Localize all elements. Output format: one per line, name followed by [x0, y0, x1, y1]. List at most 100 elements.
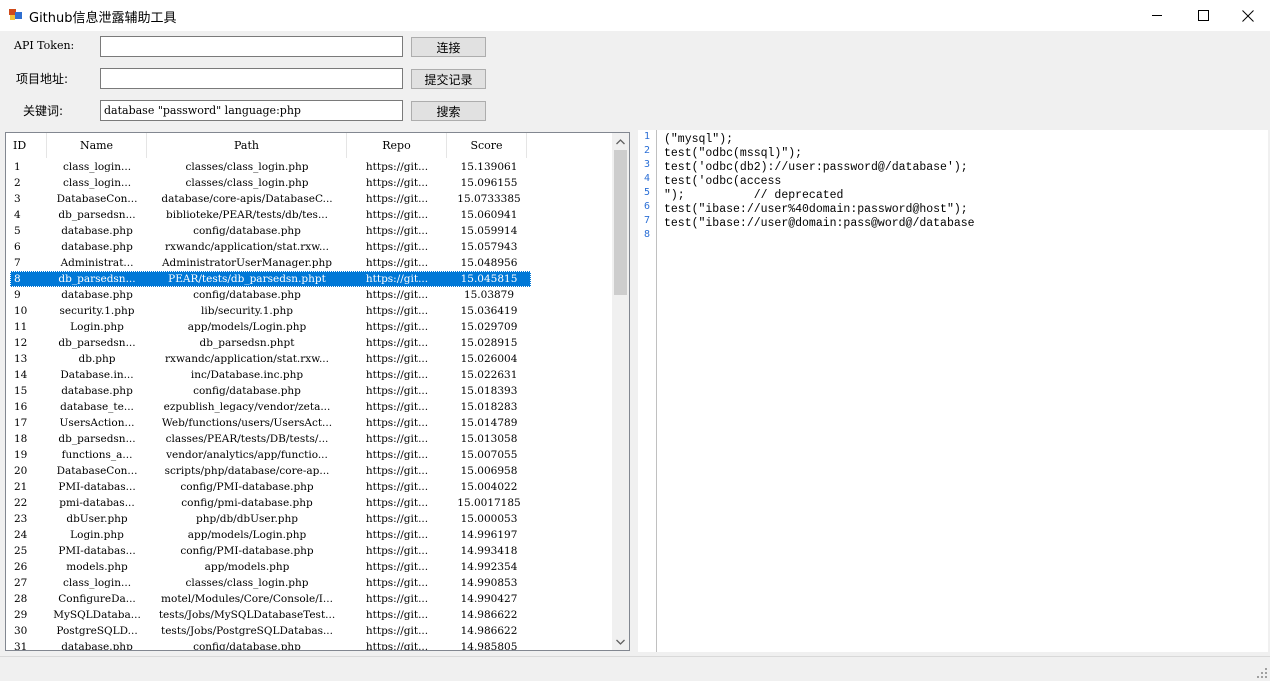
cell-id: 6	[14, 241, 21, 253]
table-row[interactable]: 11 Login.php app/models/Login.php https://g…	[10, 319, 531, 335]
cell-id: 21	[14, 481, 28, 493]
line-number: 4	[643, 173, 650, 184]
table-row[interactable]: 7 Administrat... AdministratorUserManager.…	[10, 255, 531, 271]
cell-name: ConfigureDa...	[58, 593, 136, 605]
window-title: Github信息泄露辅助工具	[29, 11, 177, 26]
cell-score: 15.004022	[460, 481, 518, 493]
table-row[interactable]: 9 database.php config/database.php https://…	[10, 287, 531, 303]
table-row[interactable]: 1 class_login... classes/class_login.php ht…	[10, 159, 531, 175]
cell-id: 30	[14, 625, 28, 637]
table-row[interactable]: 12 db_parsedsn... db_parsedsn.phpt https://…	[10, 335, 531, 351]
results-table[interactable]: ID Name Path Repo Score 1 class_login... c…	[5, 132, 630, 651]
cell-score: 15.029709	[460, 321, 518, 333]
api-token-input[interactable]	[100, 36, 403, 57]
code-line: test("odbc(mssql)");	[664, 147, 803, 160]
table-row[interactable]: 3 DatabaseCon... database/core-apis/Databa…	[10, 191, 531, 207]
table-row[interactable]: 2 class_login... classes/class_login.php ht…	[10, 175, 531, 191]
cell-path: scripts/php/database/core-ap...	[164, 465, 330, 477]
table-row[interactable]: 10 security.1.php lib/security.1.php https:…	[10, 303, 531, 319]
cell-score: 14.986622	[460, 625, 518, 637]
table-row[interactable]: 28 ConfigureDa... motel/Modules/Core/Conso…	[10, 591, 531, 607]
cell-id: 17	[14, 417, 28, 429]
cell-name: PostgreSQLD...	[56, 625, 138, 637]
cell-repo: https://git...	[365, 337, 429, 349]
cell-score: 15.0017185	[457, 497, 521, 509]
cell-id: 16	[14, 401, 28, 413]
keyword-input[interactable]	[100, 100, 403, 121]
table-row[interactable]: 15 database.php config/database.php https:/…	[10, 383, 531, 399]
table-row[interactable]: 14 Database.in... inc/Database.inc.php http…	[10, 367, 531, 383]
results-scrollbar[interactable]	[612, 133, 629, 650]
minimize-icon	[1151, 15, 1162, 16]
cell-repo: https://git...	[365, 433, 429, 445]
table-row[interactable]: 23 dbUser.php php/db/dbUser.php https://git…	[10, 511, 531, 527]
cell-repo: https://git...	[365, 529, 429, 541]
table-row[interactable]: 22 pmi-databas... config/pmi-database.php h…	[10, 495, 531, 511]
column-header-name[interactable]: Name	[47, 133, 147, 158]
commit-history-button[interactable]: 提交记录	[411, 69, 486, 89]
cell-id: 1	[14, 161, 21, 173]
table-row[interactable]: 18 db_parsedsn... classes/PEAR/tests/DB/te…	[10, 431, 531, 447]
column-header-id[interactable]: ID	[6, 133, 47, 158]
cell-repo: https://git...	[365, 561, 429, 573]
cell-score: 15.006958	[460, 465, 518, 477]
code-preview[interactable]: 12345678 ("mysql"); test("odbc(mssql)"); t…	[638, 130, 1268, 652]
code-line: ("mysql");	[664, 133, 734, 146]
scroll-up-button[interactable]	[612, 133, 629, 150]
title-bar: Github信息泄露辅助工具	[0, 0, 1270, 31]
cell-score: 14.985805	[460, 641, 518, 651]
table-row[interactable]: 19 functions_a... vendor/analytics/app/fun…	[10, 447, 531, 463]
cell-score: 15.026004	[460, 353, 518, 365]
code-line: test("ibase://user@domain:pass@word@/dat…	[664, 217, 975, 230]
cell-name: class_login...	[62, 177, 132, 189]
table-row[interactable]: 6 database.php rxwandc/application/stat.rx…	[10, 239, 531, 255]
cell-repo: https://git...	[365, 273, 429, 285]
cell-repo: https://git...	[365, 225, 429, 237]
cell-repo: https://git...	[365, 513, 429, 525]
cell-id: 20	[14, 465, 28, 477]
table-row[interactable]: 21 PMI-databas... config/PMI-database.php h…	[10, 479, 531, 495]
table-row[interactable]: 30 PostgreSQLD... tests/Jobs/PostgreSQLDat…	[10, 623, 531, 639]
search-button[interactable]: 搜索	[411, 101, 486, 121]
table-row[interactable]: 27 class_login... classes/class_login.php h…	[10, 575, 531, 591]
cell-name: db_parsedsn...	[58, 337, 136, 349]
cell-repo: https://git...	[365, 465, 429, 477]
table-row[interactable]: 8 db_parsedsn... PEAR/tests/db_parsedsn.ph…	[10, 271, 531, 287]
table-row[interactable]: 24 Login.php app/models/Login.php https://g…	[10, 527, 531, 543]
scroll-thumb[interactable]	[614, 150, 627, 295]
cell-path: classes/class_login.php	[185, 577, 309, 589]
cell-repo: https://git...	[365, 401, 429, 413]
cell-name: database.php	[61, 641, 133, 651]
cell-path: rxwandc/application/stat.rxw...	[165, 241, 329, 253]
column-header-path[interactable]: Path	[147, 133, 347, 158]
cell-path: config/pmi-database.php	[181, 497, 313, 509]
scroll-down-button[interactable]	[612, 633, 629, 650]
cell-path: PEAR/tests/db_parsedsn.phpt	[168, 273, 326, 285]
resize-grip-icon[interactable]	[1257, 668, 1267, 678]
table-row[interactable]: 16 database_te... ezpublish_legacy/vendor/…	[10, 399, 531, 415]
table-row[interactable]: 5 database.php config/database.php https://…	[10, 223, 531, 239]
cell-score: 15.057943	[460, 241, 518, 253]
cell-name: db_parsedsn...	[58, 433, 136, 445]
table-row[interactable]: 13 db.php rxwandc/application/stat.rxw... h…	[10, 351, 531, 367]
column-header-score[interactable]: Score	[447, 133, 527, 158]
cell-path: ezpublish_legacy/vendor/zeta...	[163, 401, 331, 413]
close-button[interactable]	[1225, 0, 1270, 31]
minimize-button[interactable]	[1134, 0, 1180, 31]
table-row[interactable]: 31 database.php config/database.php https:/…	[10, 639, 531, 651]
table-row[interactable]: 4 db_parsedsn... biblioteke/PEAR/tests/db/…	[10, 207, 531, 223]
cell-repo: https://git...	[365, 449, 429, 461]
cell-score: 15.028915	[460, 337, 518, 349]
connect-button[interactable]: 连接	[411, 37, 486, 57]
column-header-repo[interactable]: Repo	[347, 133, 447, 158]
project-url-input[interactable]	[100, 68, 403, 89]
table-row[interactable]: 25 PMI-databas... config/PMI-database.php h…	[10, 543, 531, 559]
table-row[interactable]: 20 DatabaseCon... scripts/php/database/cor…	[10, 463, 531, 479]
cell-repo: https://git...	[365, 321, 429, 333]
table-row[interactable]: 17 UsersAction... Web/functions/users/User…	[10, 415, 531, 431]
cell-id: 25	[14, 545, 28, 557]
maximize-button[interactable]	[1180, 0, 1226, 31]
cell-repo: https://git...	[365, 593, 429, 605]
table-row[interactable]: 26 models.php app/models.php https://git...…	[10, 559, 531, 575]
table-row[interactable]: 29 MySQLDataba... tests/Jobs/MySQLDatabase…	[10, 607, 531, 623]
